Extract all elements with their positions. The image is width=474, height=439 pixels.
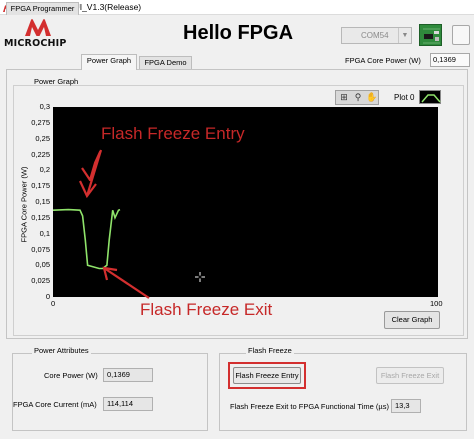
flash-freeze-exit-annotation: Flash Freeze Exit	[140, 300, 273, 319]
y-axis-label: FPGA Core Power (W)	[19, 166, 29, 243]
graph-tool-palette: ⊞ ⚲ ✋	[335, 90, 379, 105]
y-tick-label: 0,225	[31, 149, 50, 159]
graph-section-label: Power Graph	[34, 77, 79, 86]
clear-graph-button[interactable]: Clear Graph	[384, 311, 440, 329]
flash-freeze-exit-button[interactable]: Flash Freeze Exit	[376, 367, 444, 384]
plot-legend-swatch[interactable]	[419, 90, 441, 104]
y-tick-label: 0,025	[31, 276, 50, 286]
exit-time-value: 13,3	[391, 399, 421, 413]
pan-tool-icon[interactable]: ✋	[366, 92, 378, 103]
flash-freeze-entry-button[interactable]: Flash Freeze Entry	[233, 367, 301, 384]
connection-status-indicator	[452, 25, 470, 45]
x-tick-label: 100	[430, 299, 443, 308]
series-line-0	[52, 208, 121, 270]
exit-time-label: Flash Freeze Exit to FPGA Functional Tim…	[230, 402, 389, 411]
plot-line-style-icon	[421, 94, 441, 103]
y-tick-label: 0,05	[35, 260, 50, 270]
y-tick-label: 0,275	[31, 117, 50, 127]
core-current-value: 114,114	[103, 397, 153, 411]
core-power-top-label: FPGA Core Power (W)	[345, 56, 421, 65]
microchip-logo: MICROCHIP	[4, 18, 76, 52]
plot-legend-label: Plot 0	[394, 93, 415, 102]
tab-fpga-programmer[interactable]: FPGA Programmer	[6, 2, 79, 15]
core-power-value: 0,1369	[103, 368, 153, 382]
y-tick-label: 0,25	[35, 133, 50, 143]
page-title: Hello FPGA	[183, 22, 294, 44]
flash-freeze-title: Flash Freeze	[246, 346, 294, 355]
fpga-board-icon	[422, 27, 441, 45]
mouse-cursor-icon	[195, 272, 205, 282]
y-tick-label: 0	[45, 292, 50, 301]
x-tick-label: 0	[51, 299, 56, 308]
com-port-value: COM54	[361, 31, 389, 40]
zoom-tool-icon[interactable]: ⚲	[352, 92, 364, 103]
flash-freeze-entry-annotation: Flash Freeze Entry	[101, 124, 245, 143]
power-attributes-title: Power Attributes	[32, 346, 91, 355]
core-power-top-value: 0,1369	[430, 53, 470, 67]
crosshair-tool-icon[interactable]: ⊞	[338, 92, 350, 103]
com-port-select[interactable]: COM54 ▼	[341, 27, 412, 44]
microchip-logo-icon	[25, 19, 51, 36]
power-attributes-group	[12, 353, 208, 431]
board-connect-icon[interactable]	[419, 24, 442, 46]
chevron-down-icon[interactable]: ▼	[398, 28, 411, 43]
y-tick-label: 0,3	[39, 102, 50, 111]
tab-fpga-demo[interactable]: FPGA Demo	[139, 56, 192, 69]
y-tick-label: 0,075	[31, 244, 50, 254]
core-power-label: Core Power (W)	[44, 371, 98, 380]
tab-power-graph[interactable]: Power Graph	[81, 54, 137, 70]
logo-text: MICROCHIP	[4, 38, 67, 49]
core-current-label: FPGA Core Current (mA)	[13, 400, 97, 409]
